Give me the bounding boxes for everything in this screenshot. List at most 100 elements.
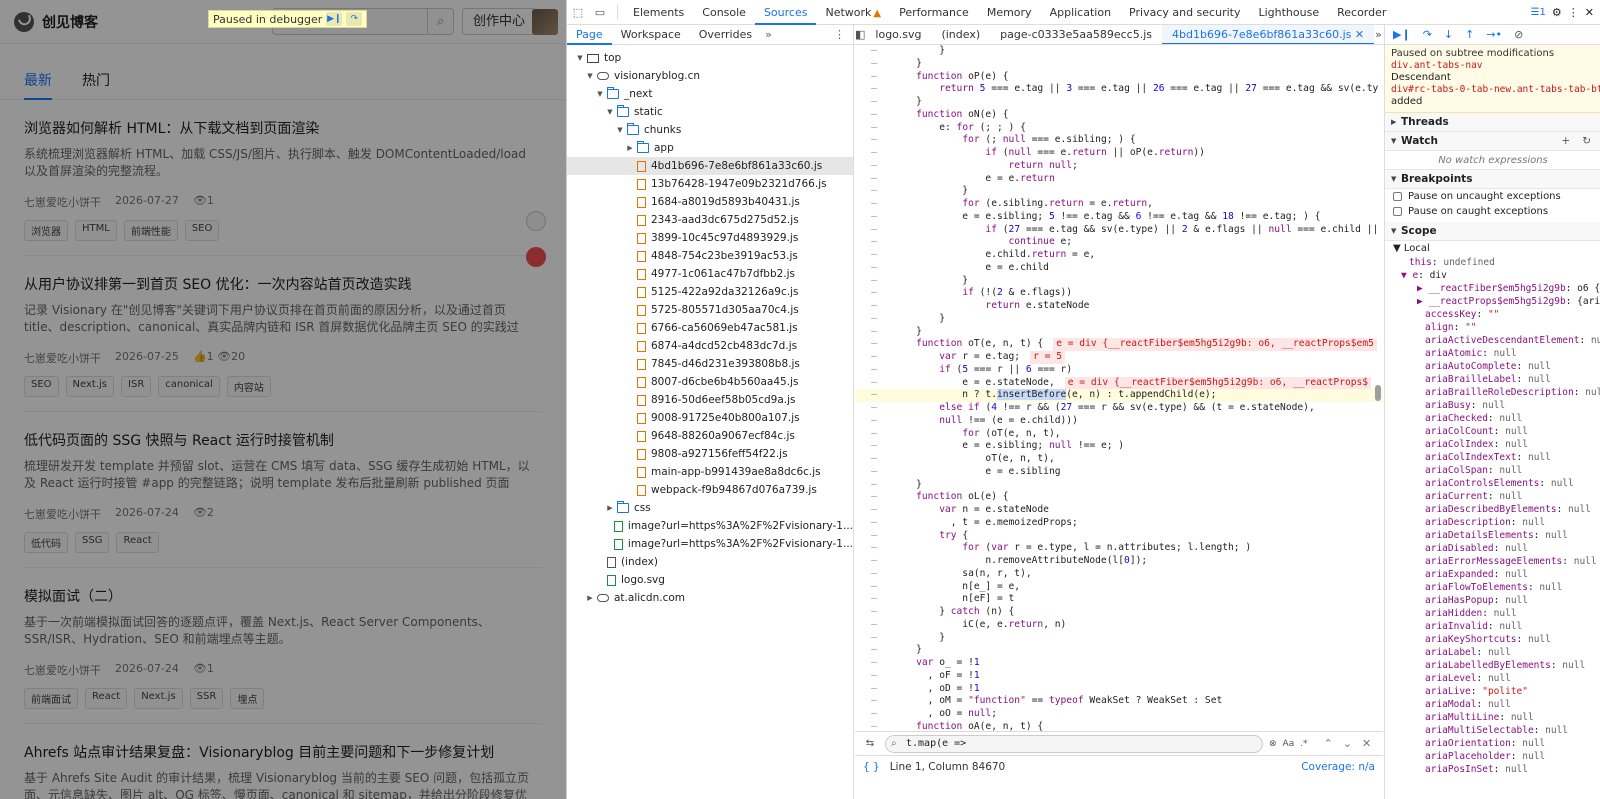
scope-property[interactable]: ariaColIndexText: null	[1385, 451, 1600, 464]
line-gutter[interactable]: –	[855, 83, 893, 96]
code-line[interactable]: – n[eF] = t	[855, 593, 1383, 606]
pause-target[interactable]: div#rc-tabs-0-tab-new.ant-tabs-tab-bt	[1391, 84, 1600, 96]
collapsed-arrow-icon[interactable]: ▶	[625, 144, 635, 152]
scope-section[interactable]: ▼ Scope	[1385, 222, 1600, 241]
tree-file[interactable]: 5125-422a92da32126a9c.js	[567, 283, 853, 301]
scope-property[interactable]: ariaLevel: null	[1385, 672, 1600, 685]
tab-hot[interactable]: 热门	[82, 70, 110, 100]
line-gutter[interactable]: –	[855, 504, 893, 517]
line-gutter[interactable]: –	[855, 147, 893, 160]
scope-property[interactable]: ariaDetailsElements: null	[1385, 529, 1600, 542]
scope-property[interactable]: ariaModal: null	[1385, 698, 1600, 711]
refresh-watch-icon[interactable]: ↻	[1582, 135, 1591, 147]
checkbox-icon[interactable]	[1393, 192, 1402, 201]
line-gutter[interactable]: –	[855, 71, 893, 84]
line-gutter[interactable]: –	[855, 351, 893, 364]
tree-folder[interactable]: ▼ top	[567, 49, 853, 67]
tree-file[interactable]: 1684-a8019d5893b40431.js	[567, 193, 853, 211]
code-line[interactable]: – try {	[855, 530, 1383, 543]
tab-workspace[interactable]: Workspace	[612, 25, 690, 45]
code-line[interactable]: – for (; null === e.sibling; ) {	[855, 134, 1383, 147]
tree-file[interactable]: 6874-a4dcd52cb483dc7d.js	[567, 337, 853, 355]
scope-property[interactable]: ariaDisabled: null	[1385, 542, 1600, 555]
close-tab-icon[interactable]: ✕	[1351, 28, 1364, 41]
tab-sources[interactable]: Sources	[754, 0, 817, 25]
tree-file[interactable]: webpack-f9b94867d076a739.js	[567, 481, 853, 499]
resume-icon[interactable]: ▶❙	[1393, 28, 1411, 41]
editor-tab[interactable]: (index)	[931, 25, 990, 44]
code-line[interactable]: – function oP(e) {	[855, 71, 1383, 84]
pretty-print-icon[interactable]: { }	[863, 761, 880, 773]
tree-file[interactable]: 4848-754c23be3919ac53.js	[567, 247, 853, 265]
code-line[interactable]: – , oD = !1	[855, 683, 1383, 696]
next-match-icon[interactable]: ⌄	[1343, 737, 1352, 750]
code-line[interactable]: – e = e.sibling; null !== e; )	[855, 440, 1383, 453]
scope-property[interactable]: ariaLive: "polite"	[1385, 685, 1600, 698]
tree-folder[interactable]: ▼ _next	[567, 85, 853, 103]
line-gutter[interactable]: –	[855, 45, 893, 58]
post-author[interactable]: 七崽爱吃小饼干	[24, 194, 101, 210]
tab-lighthouse[interactable]: Lighthouse	[1249, 0, 1328, 25]
code-view[interactable]: – } – } – function oP(e) {– return 5 === e…	[855, 45, 1383, 731]
line-gutter[interactable]: –	[855, 224, 893, 237]
pause-caught-checkbox[interactable]: Pause on caught exceptions	[1385, 204, 1600, 219]
scope-property[interactable]: ariaAtomic: null	[1385, 347, 1600, 360]
pause-node[interactable]: div.ant-tabs-nav	[1391, 60, 1595, 72]
code-line[interactable]: – e = e.sibling; 5 !== e.tag && 6 !== e.…	[855, 211, 1383, 224]
code-line[interactable]: – }	[855, 58, 1383, 71]
local-scope-header[interactable]: ▼ Local	[1385, 241, 1600, 256]
search-field[interactable]	[885, 734, 1263, 753]
replace-toggle-icon[interactable]: ⇆	[855, 738, 885, 749]
tag[interactable]: 内容站	[226, 376, 271, 397]
tab-latest[interactable]: 最新	[24, 70, 52, 100]
scope-property[interactable]: ariaPosInSet: null	[1385, 763, 1600, 776]
post-author[interactable]: 七崽爱吃小饼干	[24, 350, 101, 366]
scope-property[interactable]: ariaBusy: null	[1385, 399, 1600, 412]
line-gutter[interactable]: –	[855, 453, 893, 466]
line-gutter[interactable]: –	[855, 670, 893, 683]
tree-folder[interactable]: ▶ css	[567, 499, 853, 517]
scope-property[interactable]: ariaColIndex: null	[1385, 438, 1600, 451]
line-gutter[interactable]: –	[855, 377, 893, 390]
line-gutter[interactable]: –	[855, 555, 893, 568]
line-gutter[interactable]: –	[855, 58, 893, 71]
tag[interactable]: SSG	[75, 532, 110, 553]
editor-scrollbar[interactable]	[1375, 385, 1381, 401]
code-line[interactable]: – }	[855, 313, 1383, 326]
scope-property[interactable]: this: undefined	[1385, 256, 1600, 269]
scope-property[interactable]: ariaAutoComplete: null	[1385, 360, 1600, 373]
tag[interactable]: 埋点	[230, 688, 265, 709]
scope-property[interactable]: accessKey: ""	[1385, 308, 1600, 321]
step-over-icon[interactable]: ↷	[1423, 28, 1432, 41]
scope-property[interactable]: ariaColSpan: null	[1385, 464, 1600, 477]
close-devtools-icon[interactable]: ✕	[1585, 6, 1594, 19]
previous-match-icon[interactable]: ⌃	[1324, 737, 1333, 750]
tree-folder[interactable]: ▼ static	[567, 103, 853, 121]
expanded-arrow-icon[interactable]: ▼	[575, 54, 585, 62]
scope-property[interactable]: ▶ __reactFiber$em5hg5i2g9b: o6 {t	[1385, 282, 1600, 295]
code-line[interactable]: – continue e;	[855, 236, 1383, 249]
line-gutter[interactable]: –	[855, 287, 893, 300]
scope-property[interactable]: ariaBrailleLabel: null	[1385, 373, 1600, 386]
tag[interactable]: Next.js	[65, 376, 115, 397]
regex-icon[interactable]: .*	[1300, 739, 1307, 749]
navigator-menu-icon[interactable]: ⋮	[834, 28, 853, 41]
tag[interactable]: Next.js	[134, 688, 183, 709]
code-line[interactable]: – , oM = "function" == typeof WeakSet ? …	[855, 695, 1383, 708]
code-line[interactable]: – e = e.child	[855, 262, 1383, 275]
tab-overrides[interactable]: Overrides	[690, 25, 761, 45]
pause-uncaught-checkbox[interactable]: Pause on uncaught exceptions	[1385, 189, 1600, 204]
code-line[interactable]: – function oT(e, n, t) {e = div {__react…	[855, 338, 1383, 351]
code-line[interactable]: – function oN(e) {	[855, 109, 1383, 122]
tree-file[interactable]: (index)	[567, 553, 853, 571]
tree-file[interactable]: 7845-d46d231e393808b8.js	[567, 355, 853, 373]
line-gutter[interactable]: –	[855, 249, 893, 262]
search-icon[interactable]: ⌕	[427, 9, 453, 34]
scope-property[interactable]: ariaChecked: null	[1385, 412, 1600, 425]
code-line[interactable]: – function oA(e, n, t) {	[855, 721, 1383, 731]
tree-file[interactable]: logo.svg	[567, 571, 853, 589]
post-title[interactable]: 模拟面试（二）	[24, 586, 542, 606]
line-gutter[interactable]: –	[855, 364, 893, 377]
line-gutter[interactable]: –	[855, 530, 893, 543]
issues-badge[interactable]: ☰1	[1531, 7, 1546, 18]
